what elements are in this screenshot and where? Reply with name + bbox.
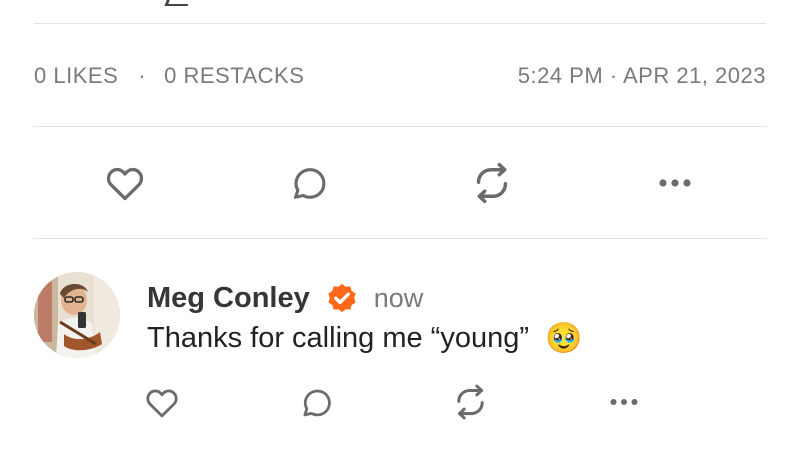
heart-icon — [106, 167, 144, 201]
comment-time: now — [373, 282, 424, 313]
restack-icon — [456, 384, 484, 420]
more-icon — [610, 399, 638, 405]
more-options-button[interactable] — [654, 160, 696, 206]
verified-badge — [324, 280, 360, 316]
likes-label: LIKES — [53, 63, 119, 88]
stats-separator: · — [138, 63, 147, 88]
comment-text: Thanks for calling me “young” — [147, 322, 529, 354]
restacks-label: RESTACKS — [183, 63, 305, 88]
heart-icon — [146, 389, 178, 417]
pleading-face-emoji: 🥹 — [545, 321, 583, 355]
divider-actions — [34, 238, 766, 239]
comment-more-options-button[interactable] — [606, 382, 642, 422]
comment-like-button[interactable] — [144, 382, 180, 422]
likes-count-number: 0 — [34, 63, 47, 88]
engagement-counts: 0 LIKES · 0 RESTACKS — [34, 63, 304, 89]
restacks-count-number: 0 — [164, 63, 177, 88]
divider-stats — [34, 126, 766, 127]
likes-count[interactable]: 0 LIKES — [34, 63, 118, 89]
comment-button[interactable] — [288, 160, 330, 206]
comment-icon — [293, 168, 326, 199]
comment-icon — [302, 389, 331, 416]
post-action-bar — [34, 160, 766, 206]
divider-top — [34, 23, 766, 24]
comment-item: Meg Conley now Thanks for calling me “yo… — [34, 272, 766, 372]
post-stats-row: 0 LIKES · 0 RESTACKS 5:24 PM · APR 21, 2… — [34, 56, 766, 96]
author-avatar[interactable] — [34, 272, 120, 358]
restack-button[interactable] — [471, 160, 513, 206]
like-button[interactable] — [104, 160, 146, 206]
comment-body: Thanks for calling me “young” 🥹 — [147, 322, 582, 355]
restacks-count[interactable]: 0 RESTACKS — [164, 63, 304, 89]
restack-icon — [476, 162, 508, 204]
truncated-previous-text — [150, 0, 190, 6]
comment-reply-button[interactable] — [298, 382, 334, 422]
more-icon — [659, 179, 691, 187]
avatar-photo — [34, 272, 120, 358]
comment-restack-button[interactable] — [452, 382, 488, 422]
comment-header: Meg Conley now — [147, 280, 423, 316]
post-timestamp: 5:24 PM · APR 21, 2023 — [517, 63, 766, 88]
comment-action-bar — [34, 382, 766, 422]
author-name[interactable]: Meg Conley — [147, 282, 310, 315]
verified-badge-icon — [328, 283, 356, 313]
